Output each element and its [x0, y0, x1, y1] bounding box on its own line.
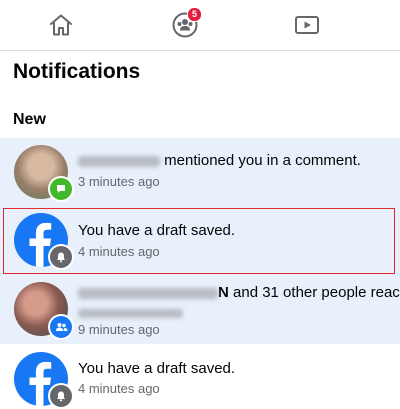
page-title: Notifications	[13, 60, 141, 83]
redacted-message-line	[78, 304, 183, 321]
notification-text: N and 31 other people reac	[78, 284, 400, 301]
watch-icon	[295, 16, 319, 34]
comment-icon	[57, 185, 65, 193]
home-tab[interactable]	[46, 10, 76, 40]
groups-notification-badge: 5	[187, 7, 202, 22]
notification-time: 9 minutes ago	[78, 322, 160, 337]
bell-icon	[57, 391, 65, 402]
bell-badge	[48, 244, 74, 270]
notification-time: 4 minutes ago	[78, 244, 160, 259]
notification-message: and 31 other people reac	[228, 284, 400, 301]
notification-item[interactable]: N and 31 other people reac 9 minutes ago	[0, 274, 400, 344]
user-name-fragment: N	[218, 284, 229, 301]
notification-item-draft-saved[interactable]: You have a draft saved. 4 minutes ago	[0, 346, 400, 409]
notification-item[interactable]: mentioned you in a comment. 3 minutes ag…	[0, 138, 400, 206]
section-heading-new: New	[13, 111, 46, 128]
redacted-user-name	[78, 155, 160, 167]
notification-message: You have a draft saved.	[78, 360, 236, 377]
watch-tab[interactable]	[292, 10, 322, 40]
notification-message: mentioned you in a comment.	[164, 152, 361, 169]
redacted-text	[78, 308, 183, 318]
bell-icon	[57, 252, 65, 263]
notification-text: mentioned you in a comment.	[78, 152, 361, 169]
notification-item-draft-saved[interactable]: You have a draft saved. 4 minutes ago	[0, 206, 400, 274]
home-icon	[50, 14, 72, 36]
comment-badge	[48, 176, 74, 202]
redacted-user-names	[78, 287, 218, 299]
notification-message: You have a draft saved.	[78, 222, 236, 239]
groups-tab[interactable]: 5	[170, 7, 202, 40]
notification-time: 4 minutes ago	[78, 381, 160, 396]
people-icon	[55, 323, 67, 331]
bell-badge	[48, 383, 74, 409]
top-navigation-bar: 5	[0, 0, 400, 51]
groups-badge	[48, 314, 74, 340]
notification-time: 3 minutes ago	[78, 174, 160, 189]
